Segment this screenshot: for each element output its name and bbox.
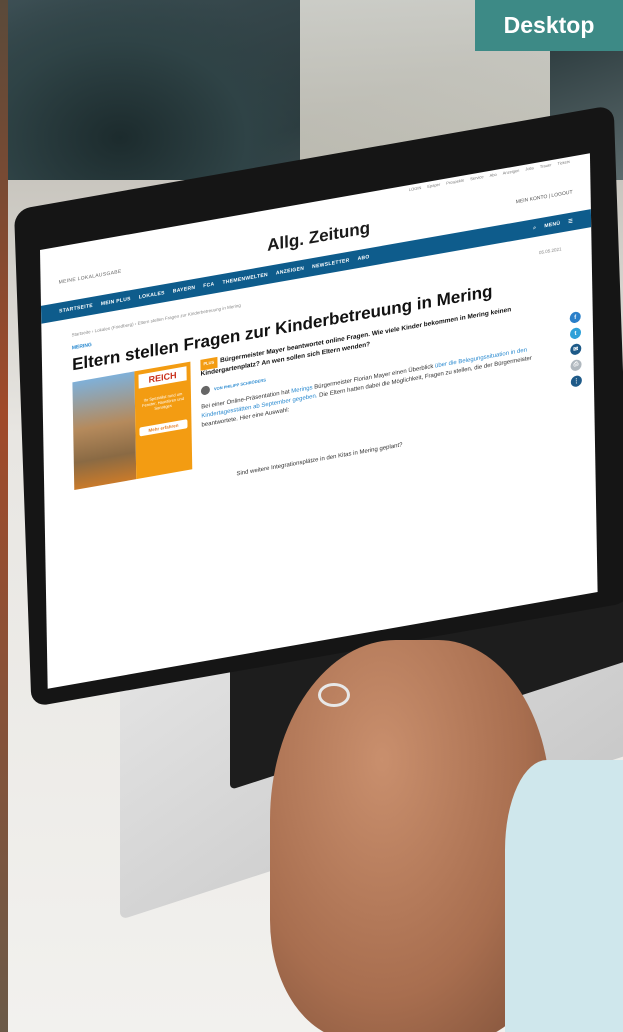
topbar-link[interactable]: Epaper (427, 182, 440, 196)
author-name[interactable]: VON PHILIPP SCHRÖDERS (214, 377, 266, 391)
nav-item-bayern[interactable]: BAYERN (173, 285, 196, 295)
nav-item-startseite[interactable]: STARTSEITE (59, 303, 93, 315)
more-icon[interactable]: ⋮ (570, 374, 582, 388)
topbar-link[interactable]: LOGIN (409, 185, 422, 199)
account-links[interactable]: MEIN KONTO | LOGOUT (516, 189, 573, 205)
nav-item-newsletter[interactable]: NEWSLETTER (312, 258, 350, 271)
search-icon[interactable]: ⌕ (533, 225, 536, 232)
advertisement[interactable]: REICH Ihr Spezialist rund um Fenster, Ha… (72, 361, 193, 491)
nav-item-mein-plus[interactable]: MEIN PLUS (101, 296, 131, 307)
laptop: LOGIN Epaper Prospekte Service Abo Anzei… (0, 0, 623, 1032)
sleeve (505, 760, 623, 1032)
topbar-link[interactable]: Prospekte (446, 177, 464, 192)
topbar-link[interactable]: Trauer (540, 162, 552, 176)
nav-item-anzeigen[interactable]: ANZEIGEN (276, 266, 304, 277)
topbar-link[interactable]: Anzeigen (503, 168, 520, 183)
desktop-badge: Desktop (475, 0, 623, 51)
ad-photo (72, 371, 137, 491)
article-date: 05.05.2021 (538, 246, 562, 256)
print-icon[interactable]: ⎙ (570, 358, 582, 372)
photo-scene: LOGIN Epaper Prospekte Service Abo Anzei… (0, 0, 623, 1032)
twitter-icon[interactable]: t (569, 326, 582, 340)
ad-text: Ihr Spezialist rund um Fenster, Haustüre… (142, 391, 184, 411)
mail-icon[interactable]: ✉ (570, 342, 582, 356)
topbar-link[interactable]: Abo (490, 172, 497, 185)
lokalausgabe-select[interactable]: MEINE LOKALAUSGABE (59, 269, 122, 286)
facebook-icon[interactable]: f (569, 310, 581, 324)
nav-item-themenwelten[interactable]: THEMENWELTEN (222, 272, 268, 286)
ring (318, 683, 350, 707)
nav-item-lokales[interactable]: LOKALES (139, 290, 165, 301)
article-lead: PLUS Bürgermeister Mayer beantwortet onli… (200, 296, 564, 467)
nav-item-fca[interactable]: FCA (203, 281, 214, 289)
author-avatar (200, 385, 211, 396)
topbar-link[interactable]: Service (470, 174, 484, 188)
topbar-link[interactable]: Jobs (525, 165, 534, 178)
body-link[interactable]: Merings (291, 385, 312, 395)
ad-panel: REICH Ihr Spezialist rund um Fenster, Ha… (134, 361, 193, 480)
desktop-badge-label: Desktop (503, 12, 595, 38)
menu-button[interactable]: MENÜ (544, 221, 560, 230)
share-bar: f t ✉ ⎙ ⋮ (569, 310, 582, 388)
hamburger-icon[interactable]: ☰ (568, 218, 573, 225)
nav-item-abo[interactable]: ABO (358, 254, 370, 262)
topbar-link[interactable]: Tickets (557, 159, 570, 173)
ad-cta-button[interactable]: Mehr erfahren (139, 419, 188, 437)
ad-logo: REICH (138, 366, 187, 389)
